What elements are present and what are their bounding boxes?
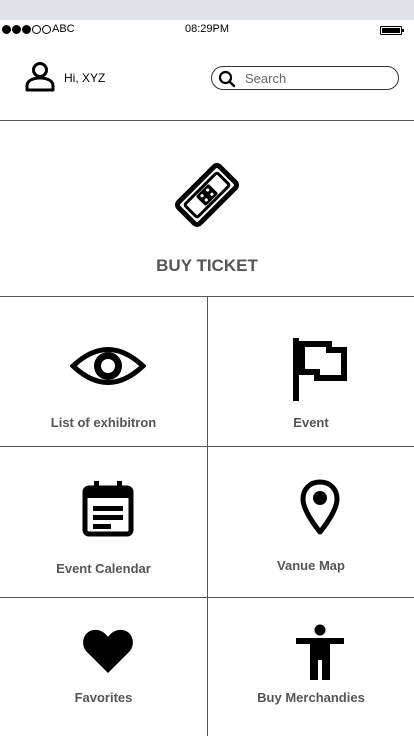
status-bar: ABC 08:29PM (0, 20, 414, 40)
header: Hi, XYZ (0, 40, 414, 121)
search-bar[interactable] (211, 66, 399, 90)
eye-icon (70, 347, 146, 385)
tile-label: Buy Merchandies (257, 690, 365, 705)
tile-venue-map[interactable]: Vanue Map (208, 447, 414, 597)
status-time: 08:29PM (184, 23, 230, 35)
battery-icon (380, 26, 404, 35)
tile-favorites[interactable]: Favorites (0, 598, 207, 736)
tile-label: List of exhibitron (50, 415, 157, 430)
tile-event-calendar[interactable]: Event Calendar (0, 447, 207, 597)
buy-ticket-label: BUY TICKET (156, 256, 258, 275)
tile-label: Event (293, 415, 329, 430)
search-input[interactable] (245, 69, 385, 87)
calendar-icon (82, 481, 134, 537)
tile-event[interactable]: Event (208, 297, 414, 446)
user-greeting: Hi, XYZ (64, 71, 106, 85)
buy-ticket-button[interactable]: BUY TICKET (0, 121, 414, 297)
map-pin-icon (300, 479, 340, 535)
tile-label: Vanue Map (277, 558, 345, 573)
ticket-icon (175, 163, 239, 227)
tile-label: Event Calendar (56, 561, 151, 576)
top-strip (0, 0, 414, 20)
heart-icon (83, 629, 133, 673)
search-icon[interactable] (218, 70, 236, 88)
user-icon[interactable] (24, 60, 56, 92)
tile-list-of-exhibitors[interactable]: List of exhibitron (0, 297, 207, 446)
flag-icon (293, 338, 347, 401)
tile-buy-merchandise[interactable]: Buy Merchandies (208, 598, 414, 736)
tile-label: Favorites (74, 690, 133, 705)
person-icon (296, 624, 344, 680)
